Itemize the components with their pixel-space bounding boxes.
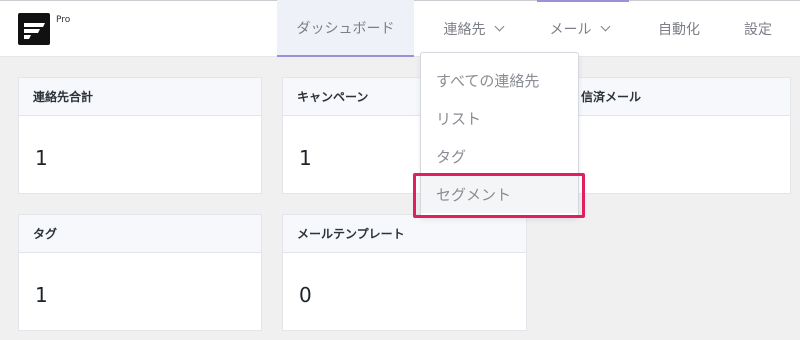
card-title: メールテンプレート <box>283 215 526 253</box>
card-title: タグ <box>19 215 261 253</box>
menu-item-label: すべての連絡先 <box>436 71 540 90</box>
menu-item-lists[interactable]: リスト <box>421 99 578 137</box>
chevron-down-icon <box>494 21 504 32</box>
nav-automation[interactable]: 自動化 <box>648 0 710 57</box>
card-title: 連絡先合計 <box>19 78 261 116</box>
card-value: 0 <box>299 283 312 307</box>
nav-dashboard-label: ダッシュボード <box>296 20 395 37</box>
segment-highlight-box <box>413 173 585 218</box>
nav-dashboard[interactable]: ダッシュボード <box>277 0 414 57</box>
card-title: 信済メール <box>547 78 790 116</box>
card-value: 1 <box>35 146 48 170</box>
stat-card-contacts-total: 連絡先合計 1 <box>18 77 262 194</box>
nav-settings[interactable]: 設定 <box>734 0 782 57</box>
logo-icon <box>24 23 45 39</box>
nav-email-label: メール <box>549 21 592 38</box>
nav-contacts[interactable]: 連絡先 <box>422 0 524 57</box>
nav-contacts-label: 連絡先 <box>443 21 486 38</box>
menu-item-label: リスト <box>436 109 482 128</box>
card-value: 1 <box>35 283 48 307</box>
nav-automation-label: 自動化 <box>658 21 700 38</box>
app-logo[interactable] <box>18 13 50 45</box>
stat-card-email-templates: メールテンプレート 0 <box>282 214 527 331</box>
stat-card-tags: タグ 1 <box>18 214 262 331</box>
card-value: 1 <box>299 146 312 170</box>
nav-email[interactable]: メール <box>532 0 626 57</box>
logo-label: Pro <box>56 15 71 25</box>
menu-item-tags[interactable]: タグ <box>421 137 578 175</box>
top-navigation-bar: Pro ダッシュボード 連絡先 メール 自動化 設定 <box>0 0 800 57</box>
menu-item-label: タグ <box>436 147 467 166</box>
chevron-down-icon <box>600 21 610 32</box>
nav-settings-label: 設定 <box>744 21 772 38</box>
menu-item-all-contacts[interactable]: すべての連絡先 <box>421 61 578 99</box>
